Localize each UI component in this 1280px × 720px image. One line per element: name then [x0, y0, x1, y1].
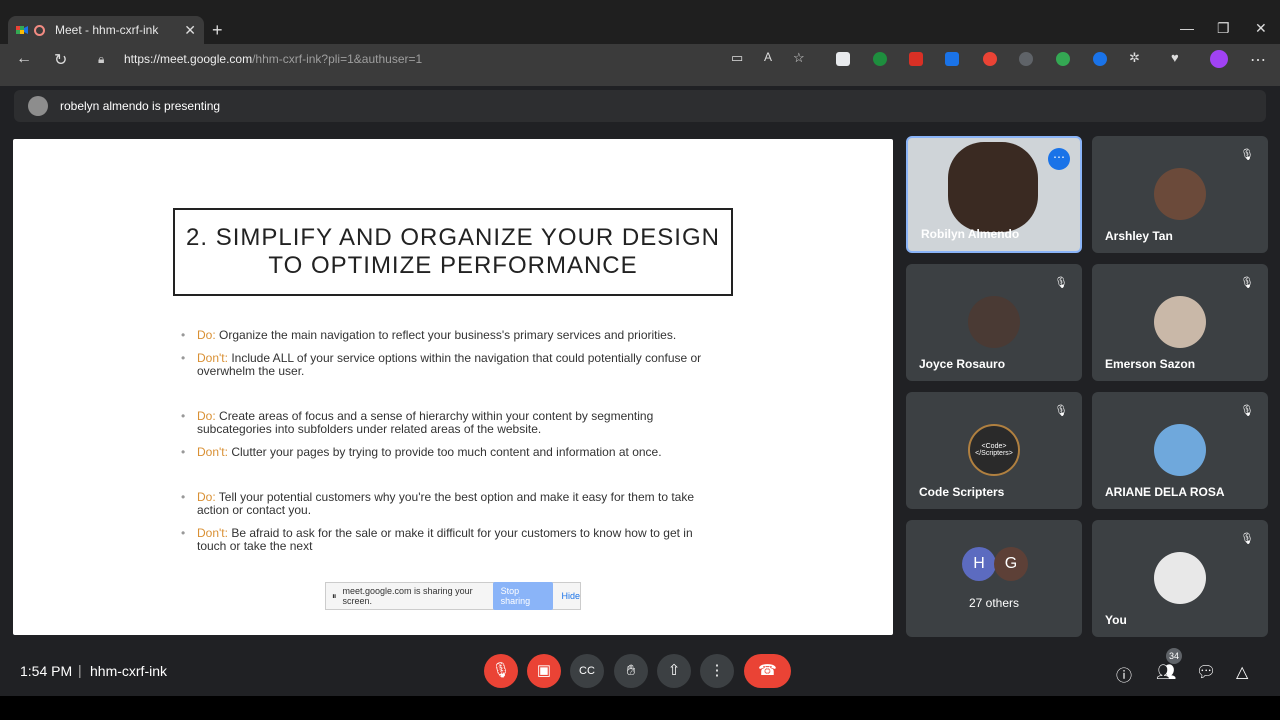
presenting-banner: robelyn almendo is presenting	[14, 90, 1266, 122]
taskbar-strip	[0, 696, 1280, 720]
address-bar: ← ↻ 🔒︎ https://meet.google.com/hhm-cxrf-…	[0, 44, 1280, 76]
people-count-badge: 34	[1166, 648, 1182, 664]
participant-tile[interactable]: 🎙︎ Joyce Rosauro	[906, 264, 1082, 381]
extension-icon[interactable]	[945, 52, 959, 66]
mic-off-icon: 🎙︎	[1054, 277, 1068, 289]
mic-off-button[interactable]: 🎙︎	[484, 654, 518, 688]
read-aloud-icon[interactable]: A	[764, 50, 772, 64]
others-count: 27 others	[968, 596, 1020, 610]
presentation-slide: 2. SIMPLIFY AND ORGANIZE YOUR DESIGN TO …	[13, 139, 893, 635]
self-tile[interactable]: 🎙︎ You	[1092, 520, 1268, 637]
stop-sharing-button[interactable]: Stop sharing	[492, 582, 554, 610]
back-icon[interactable]: ←	[16, 50, 32, 68]
avatar	[1154, 424, 1206, 476]
avatar	[968, 296, 1020, 348]
reload-icon[interactable]: ↻	[54, 50, 67, 70]
minimize-icon[interactable]: —	[1180, 20, 1194, 36]
participant-name: Joyce Rosauro	[919, 357, 1006, 371]
leave-call-button[interactable]: ☎︎	[744, 654, 791, 688]
extensions-puzzle-icon[interactable]: ✲	[1129, 50, 1140, 66]
meeting-code: hhm-cxrf-ink	[90, 663, 168, 679]
raise-hand-button[interactable]: ✋︎	[614, 654, 648, 688]
participant-name: Emerson Sazon	[1105, 357, 1196, 371]
avatar	[1154, 296, 1206, 348]
browser-tab-bar: Meet - hhm-cxrf-ink ✕ + — ❐ ✕	[0, 0, 1280, 44]
avatar: G	[994, 547, 1028, 581]
extension-icon[interactable]	[1056, 52, 1070, 66]
health-icon[interactable]: ♥	[1171, 50, 1179, 65]
participant-name: ARIANE DELA ROSA	[1105, 485, 1225, 499]
list-item: Don't: Include ALL of your service optio…	[181, 352, 721, 378]
participant-name: Robilyn Almendo	[921, 227, 1020, 241]
slide-bullets: Do: Organize the main navigation to refl…	[181, 329, 721, 563]
hide-button[interactable]: Hide	[561, 591, 580, 601]
screen-share-bar: ⏸ meet.google.com is sharing your screen…	[325, 582, 581, 610]
list-item: Don't: Clutter your pages by trying to p…	[181, 446, 721, 460]
meet-favicon-icon	[16, 24, 28, 36]
tab-title: Meet - hhm-cxrf-ink	[55, 23, 159, 37]
mic-off-icon: 🎙︎	[1240, 277, 1254, 289]
mic-off-icon: 🎙︎	[1054, 405, 1068, 417]
meeting-controls: 1:54 PM | hhm-cxrf-ink 🎙︎ ▣ CC ✋︎ ⇧ ⋮ ☎︎…	[0, 648, 1280, 696]
chat-icon[interactable]: 💬︎	[1196, 662, 1216, 682]
participant-tile[interactable]: 🎙︎ <Code> </Scripters> Code Scripters	[906, 392, 1082, 509]
more-options-icon[interactable]: ⋯	[1048, 148, 1070, 170]
people-icon[interactable]: 👥︎	[1156, 662, 1176, 682]
more-options-button[interactable]: ⋮	[700, 654, 734, 688]
extension-icon[interactable]	[983, 52, 997, 66]
extension-icon[interactable]	[909, 52, 923, 66]
camera-off-button[interactable]: ▣	[527, 654, 561, 688]
browser-tab[interactable]: Meet - hhm-cxrf-ink ✕	[8, 16, 204, 44]
divider: |	[78, 662, 82, 678]
list-item: Don't: Be afraid to ask for the sale or …	[181, 527, 721, 553]
avatar	[1154, 552, 1206, 604]
list-item: Do: Create areas of focus and a sense of…	[181, 410, 721, 436]
extension-icon[interactable]	[873, 52, 887, 66]
participant-tile[interactable]: ⋯ Robilyn Almendo	[906, 136, 1082, 253]
meet-main: robelyn almendo is presenting 2. SIMPLIF…	[0, 86, 1280, 720]
mic-off-icon: 🎙︎	[1240, 533, 1254, 545]
others-tile[interactable]: H G 27 others	[906, 520, 1082, 637]
activities-icon[interactable]: △	[1236, 662, 1248, 682]
profile-avatar-icon[interactable]	[1210, 50, 1228, 68]
lock-icon[interactable]: 🔒︎	[98, 52, 104, 67]
extension-icon[interactable]	[1093, 52, 1107, 66]
avatar: H	[962, 547, 996, 581]
mic-off-icon: 🎙︎	[1240, 149, 1254, 161]
presenting-text: robelyn almendo is presenting	[60, 99, 221, 113]
avatar	[1154, 168, 1206, 220]
new-tab-icon[interactable]: +	[212, 20, 223, 41]
avatar: <Code> </Scripters>	[968, 424, 1020, 476]
mic-off-icon: 🎙︎	[1240, 405, 1254, 417]
extension-icon[interactable]	[836, 52, 850, 66]
share-status-text: meet.google.com is sharing your screen.	[342, 586, 473, 606]
captions-button[interactable]: CC	[570, 654, 604, 688]
participant-name: Arshley Tan	[1105, 229, 1173, 243]
presenter-avatar	[28, 96, 48, 116]
list-item: Do: Organize the main navigation to refl…	[181, 329, 721, 343]
camera-indicator-icon[interactable]: ▭	[731, 50, 743, 66]
list-item: Do: Tell your potential customers why yo…	[181, 491, 721, 517]
url-field[interactable]: https://meet.google.com/hhm-cxrf-ink?pli…	[124, 52, 422, 66]
participant-name: You	[1105, 613, 1127, 627]
video-feed	[948, 142, 1038, 232]
toolbar-spacer	[0, 76, 1280, 86]
close-window-icon[interactable]: ✕	[1255, 20, 1267, 37]
menu-dots-icon[interactable]: ⋯	[1250, 50, 1266, 70]
info-icon[interactable]: ⓘ	[1116, 662, 1132, 686]
favorite-icon[interactable]: ☆	[793, 50, 805, 66]
present-button[interactable]: ⇧	[657, 654, 691, 688]
participant-name: Code Scripters	[919, 485, 1005, 499]
slide-title: 2. SIMPLIFY AND ORGANIZE YOUR DESIGN TO …	[173, 208, 733, 296]
drag-handle-icon[interactable]: ⏸	[332, 591, 337, 602]
participant-tile[interactable]: 🎙︎ Emerson Sazon	[1092, 264, 1268, 381]
participant-tile[interactable]: 🎙︎ Arshley Tan	[1092, 136, 1268, 253]
close-tab-icon[interactable]: ✕	[184, 22, 196, 39]
extension-icon[interactable]	[1019, 52, 1033, 66]
clock: 1:54 PM	[20, 663, 73, 679]
recording-icon	[34, 24, 45, 36]
participant-tile[interactable]: 🎙︎ ARIANE DELA ROSA	[1092, 392, 1268, 509]
maximize-icon[interactable]: ❐	[1217, 20, 1230, 37]
